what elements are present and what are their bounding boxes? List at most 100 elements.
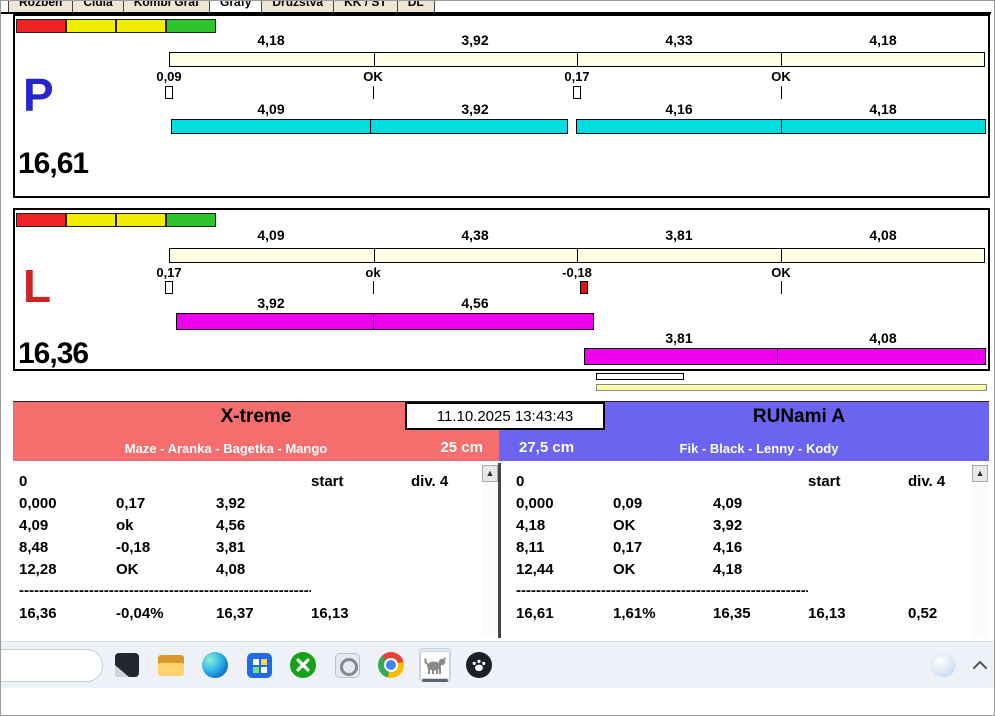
table-cell: 1,61% — [613, 605, 656, 622]
chrome-icon[interactable] — [375, 648, 407, 682]
scroll-up-button[interactable]: ▲ — [972, 465, 988, 482]
tab-kombi-graf[interactable]: Kombi Graf — [123, 1, 211, 12]
table-cell: 16,61 — [516, 605, 554, 622]
table-cell: 16,35 — [713, 605, 751, 622]
chevron-up-icon[interactable] — [972, 660, 988, 670]
table-cell — [713, 471, 808, 493]
scrollbar[interactable]: ▲ — [972, 465, 988, 636]
team-dogs-left: Maze - Aranka - Bagetka - Mango — [124, 441, 328, 456]
paw-app-icon[interactable] — [463, 648, 495, 682]
table-cell: 3,92 — [216, 495, 246, 512]
timestamp: 11.10.2025 13:43:43 — [436, 407, 574, 425]
tab-druzstva[interactable]: Družstva — [262, 1, 335, 12]
status-block-yellow — [66, 19, 116, 33]
table-row: 4,18 OK 3,92 — [516, 515, 967, 537]
sensor-marker-labels: 0,17 ok -0,18 OK — [156, 265, 985, 280]
table-separator: ----------------------------------------… — [19, 582, 311, 599]
sensor-marker-label: -0,18 — [562, 265, 592, 280]
tab-grafy[interactable]: Grafy — [210, 1, 263, 12]
blue-grid-icon-shape — [246, 652, 272, 678]
sensor-tick-box — [573, 86, 581, 99]
paw-icon-shape — [472, 659, 486, 671]
table-cell: div. 4 — [908, 473, 946, 490]
tab-dl[interactable]: DL — [397, 1, 435, 12]
split-value: 4,08 — [869, 227, 897, 243]
table-row: 8,48 -0,18 3,81 — [19, 537, 477, 559]
tab-kk-st[interactable]: KK / ST — [334, 1, 398, 12]
results-table-left: 0 start div. 4 0,000 0,17 3,92 4,09 ok 4… — [13, 463, 499, 638]
table-cell: OK — [613, 561, 636, 578]
scrollbar[interactable]: ▲ — [482, 465, 498, 636]
track-divider — [780, 53, 782, 66]
ring-app-icon[interactable] — [331, 648, 363, 682]
bar-divider — [781, 119, 782, 134]
scroll-up-button[interactable]: ▲ — [482, 465, 498, 482]
table-row: 8,11 0,17 4,16 — [516, 537, 967, 559]
lane-total-time-l: 16,36 — [18, 337, 89, 370]
lane-letter-l: L — [23, 260, 52, 312]
split-value: 3,92 — [461, 32, 489, 48]
app-window: Rozběh Čidla Kombi Graf Grafy Družstva K… — [0, 0, 995, 716]
table-cell: 0,000 — [19, 495, 57, 512]
copilot-icon[interactable] — [931, 652, 956, 678]
split-bar-cyan — [576, 119, 986, 134]
blue-grid-app-icon[interactable] — [243, 648, 275, 682]
sensor-marker-label: OK — [771, 69, 791, 84]
table-cell: 16,13 — [808, 605, 846, 622]
time-track — [169, 52, 985, 67]
folder-icon-shape — [158, 654, 184, 676]
bar-divider — [369, 119, 371, 134]
split-value: 4,18 — [257, 32, 285, 48]
lane-total-time-p: 16,61 — [18, 147, 89, 180]
table-cell — [411, 603, 477, 625]
sensor-tick-line — [781, 281, 782, 294]
dark-app-icon-shape — [115, 653, 139, 677]
tab-rozbeh[interactable]: Rozběh — [8, 1, 74, 12]
dark-app-icon[interactable] — [111, 648, 143, 682]
split-value: 3,81 — [665, 330, 693, 346]
table-cell: 0,09 — [613, 495, 643, 512]
track-divider — [577, 249, 578, 262]
table-cell: 4,16 — [713, 539, 743, 556]
table-cell: 3,81 — [216, 539, 246, 556]
split-value: 4,38 — [461, 227, 489, 243]
edge-icon[interactable] — [199, 648, 231, 682]
file-explorer-icon[interactable] — [155, 648, 187, 682]
xbox-icon-shape — [290, 652, 316, 678]
table-cell: 8,11 — [516, 539, 545, 556]
jump-height-right: 27,5 cm — [519, 439, 575, 456]
table-cell: 12,28 — [19, 561, 57, 578]
split-values-top: 4,18 3,92 4,33 4,18 — [169, 33, 985, 48]
table-cell: 4,09 — [713, 495, 743, 512]
dog-icon-tile — [420, 651, 450, 679]
dog-timing-app-icon[interactable] — [419, 648, 451, 682]
xbox-icon[interactable] — [287, 648, 319, 682]
sensor-marker-label: OK — [771, 265, 791, 280]
sensor-marker-label: OK — [363, 69, 383, 84]
sensor-marker-label: 0,17 — [156, 265, 182, 280]
status-block-yellow — [116, 19, 166, 33]
time-track — [169, 248, 985, 263]
tab-label: Rozběh — [19, 1, 63, 9]
table-row: 4,09 ok 4,56 — [19, 515, 477, 537]
table-cell: 0,17 — [116, 495, 146, 512]
table-cell: -0,18 — [116, 539, 151, 556]
split-values-low: 3,81 4,08 — [577, 331, 985, 346]
table-cell: 3,92 — [713, 517, 743, 534]
table-cell: 16,37 — [216, 605, 254, 622]
sensor-tick-box — [165, 281, 173, 294]
table-row: 0,000 0,17 3,92 — [19, 493, 477, 515]
table-cell: 0 — [19, 473, 28, 490]
bar-divider — [372, 313, 374, 330]
table-cell: div. 4 — [411, 473, 449, 490]
taskbar-search-input[interactable] — [1, 649, 103, 682]
table-cell: 4,08 — [216, 561, 246, 578]
split-values-bottom: 4,09 3,92 4,16 4,18 — [169, 102, 985, 117]
tab-cidla[interactable]: Čidla — [73, 1, 124, 12]
table-total-row: 16,36 -0,04% 16,37 16,13 — [19, 603, 477, 625]
table-cell: 4,56 — [216, 517, 246, 534]
table-cell: 0,52 — [908, 605, 938, 622]
sensor-marker-labels: 0,09 OK 0,17 OK — [156, 69, 985, 84]
team-name-right: RUNami A — [752, 406, 846, 427]
table-cell: 0 — [516, 473, 525, 490]
